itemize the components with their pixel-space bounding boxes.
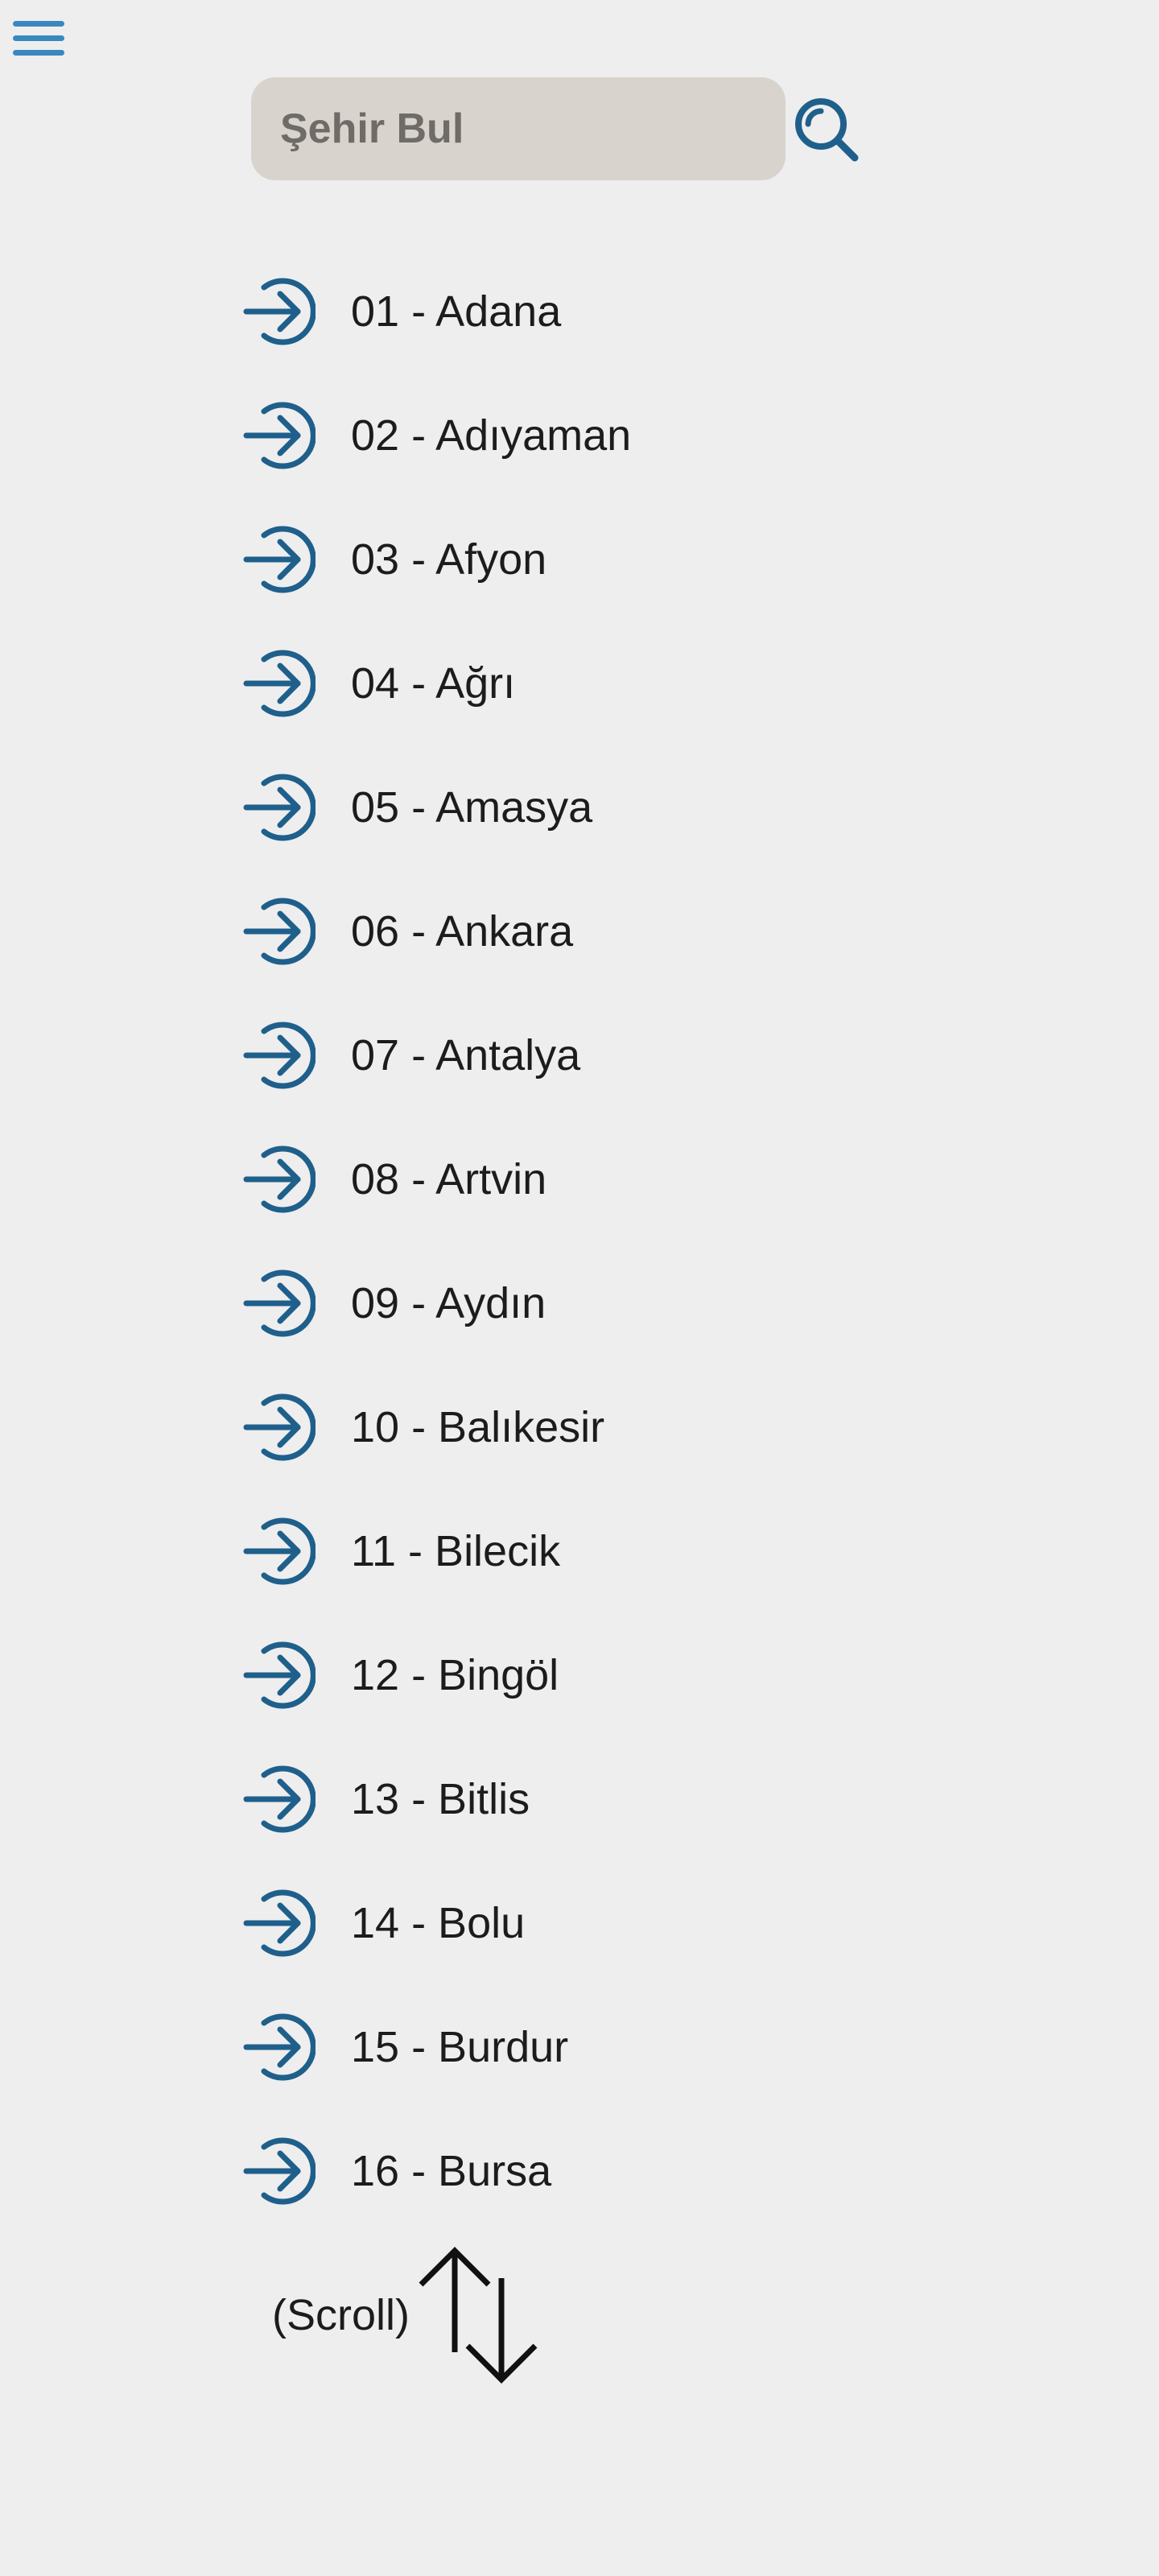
city-label: 05 - Amasya — [351, 783, 593, 832]
city-label: 16 - Bursa — [351, 2147, 552, 2195]
city-list-item[interactable]: 13 - Bitlis — [241, 1737, 966, 1861]
city-label: 01 - Adana — [351, 287, 562, 336]
scroll-hint: (Scroll) — [272, 2243, 542, 2388]
city-list-screen: 01 - Adana 02 - Adıyaman 03 - Afyon 04 - Ağ… — [0, 0, 1159, 2576]
city-list: 01 - Adana 02 - Adıyaman 03 - Afyon 04 - Ağ… — [241, 250, 966, 2233]
city-list-item[interactable]: 03 - Afyon — [241, 497, 966, 621]
city-list-item[interactable]: 12 - Bingöl — [241, 1613, 966, 1737]
up-down-arrows-icon — [419, 2247, 538, 2384]
city-list-item[interactable]: 14 - Bolu — [241, 1861, 966, 1985]
hamburger-menu-icon[interactable] — [11, 14, 66, 63]
city-list-item[interactable]: 02 - Adıyaman — [241, 374, 966, 497]
arrow-right-circle-icon — [241, 522, 316, 597]
city-list-item[interactable]: 05 - Amasya — [241, 745, 966, 869]
magnifier-icon — [795, 98, 859, 162]
arrow-right-circle-icon — [241, 1762, 316, 1836]
city-label: 02 - Adıyaman — [351, 411, 632, 460]
city-list-item[interactable]: 08 - Artvin — [241, 1117, 966, 1241]
city-label: 14 - Bolu — [351, 1899, 526, 1947]
city-list-item[interactable]: 04 - Ağrı — [241, 621, 966, 745]
city-list-item[interactable]: 06 - Ankara — [241, 869, 966, 993]
arrow-right-circle-icon — [241, 1266, 316, 1340]
city-label: 04 - Ağrı — [351, 659, 516, 708]
arrow-right-circle-icon — [241, 2134, 316, 2208]
arrow-right-circle-icon — [241, 894, 316, 968]
search-input[interactable] — [280, 105, 757, 153]
city-list-item[interactable]: 09 - Aydın — [241, 1241, 966, 1365]
city-label: 13 - Bitlis — [351, 1775, 530, 1823]
city-label: 08 - Artvin — [351, 1155, 547, 1203]
city-label: 15 - Burdur — [351, 2023, 569, 2071]
city-label: 07 - Antalya — [351, 1031, 581, 1080]
scroll-hint-text: (Scroll) — [272, 2291, 410, 2339]
city-list-item[interactable]: 01 - Adana — [241, 250, 966, 374]
arrow-right-circle-icon — [241, 1142, 316, 1216]
city-label: 11 - Bilecik — [351, 1527, 561, 1575]
search-button[interactable] — [790, 93, 868, 167]
arrow-right-circle-icon — [241, 770, 316, 844]
arrow-right-circle-icon — [241, 2010, 316, 2084]
city-list-item[interactable]: 11 - Bilecik — [241, 1489, 966, 1613]
city-label: 06 - Ankara — [351, 907, 574, 956]
arrow-right-circle-icon — [241, 398, 316, 473]
city-label: 12 - Bingöl — [351, 1651, 559, 1699]
arrow-right-circle-icon — [241, 646, 316, 720]
city-list-item[interactable]: 16 - Bursa — [241, 2109, 966, 2233]
city-list-item[interactable]: 10 - Balıkesir — [241, 1365, 966, 1489]
arrow-right-circle-icon — [241, 1514, 316, 1588]
city-list-item[interactable]: 15 - Burdur — [241, 1985, 966, 2109]
search-field[interactable] — [251, 77, 786, 180]
arrow-right-circle-icon — [241, 275, 316, 349]
city-list-item[interactable]: 07 - Antalya — [241, 993, 966, 1117]
arrow-right-circle-icon — [241, 1018, 316, 1092]
arrow-right-circle-icon — [241, 1886, 316, 1960]
arrow-right-circle-icon — [241, 1638, 316, 1712]
city-label: 09 - Aydın — [351, 1279, 547, 1327]
city-label: 03 - Afyon — [351, 535, 547, 584]
arrow-right-circle-icon — [241, 1390, 316, 1464]
city-label: 10 - Balıkesir — [351, 1403, 605, 1451]
